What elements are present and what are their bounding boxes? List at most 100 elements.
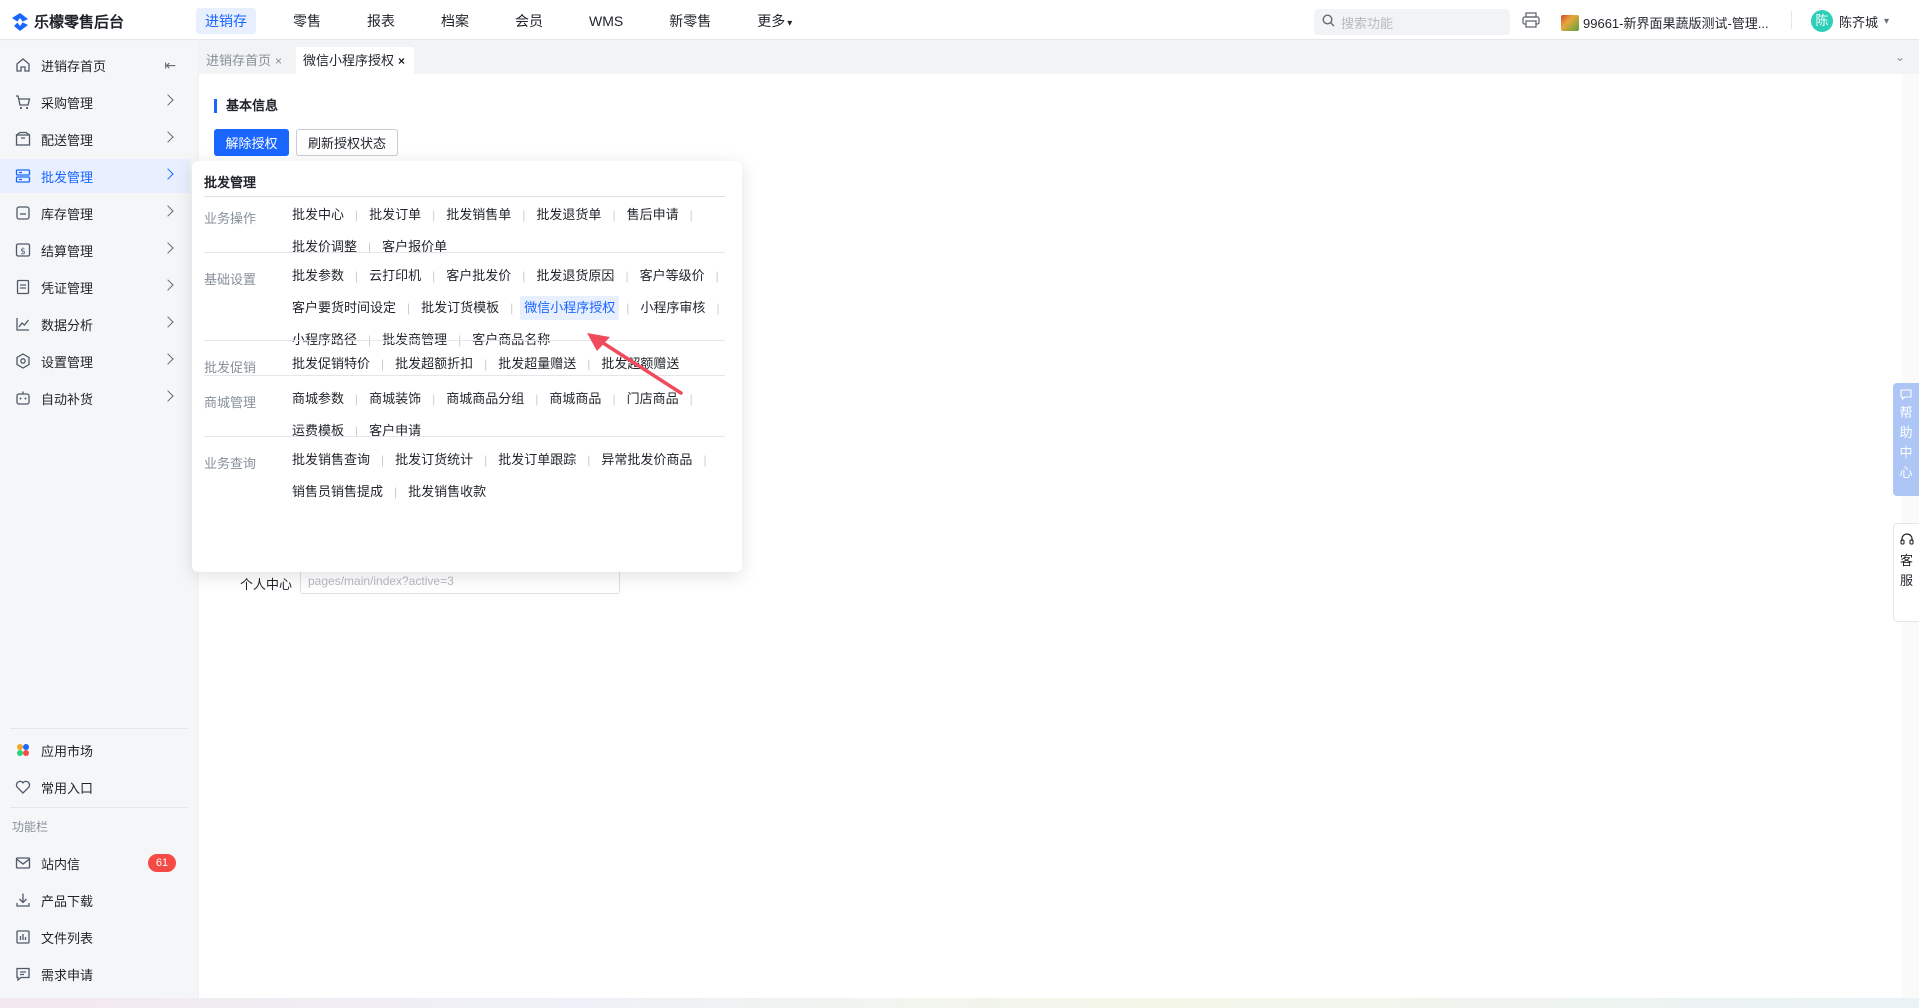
mega-menu-link[interactable]: 客户要货时间设定 [288, 296, 400, 320]
sidebar-item-analytics[interactable]: 数据分析 [0, 307, 190, 341]
chevron-right-icon [162, 316, 174, 328]
mega-menu-link[interactable]: 批发销售查询 [288, 448, 374, 472]
mega-menu-link[interactable]: 批发参数 [288, 264, 348, 288]
sidebar-item-label: 常用入口 [41, 780, 94, 796]
sidebar-item-label: 数据分析 [41, 317, 94, 333]
user-menu[interactable]: 陈 陈齐城 ▾ [1811, 10, 1889, 32]
link-separator: | [355, 269, 359, 283]
unread-badge: 61 [148, 854, 176, 872]
chevron-right-icon [162, 390, 174, 402]
sidebar-item-favorites[interactable]: 常用入口 [0, 770, 190, 804]
mega-menu-link[interactable]: 微信小程序授权 [520, 296, 620, 320]
mega-menu-link[interactable]: 商城商品分组 [442, 387, 528, 411]
mega-menu-link[interactable]: 客户报价单 [378, 235, 451, 259]
mega-menu-link[interactable]: 批发订单 [365, 203, 425, 227]
sidebar-item-request[interactable]: 需求申请 [0, 957, 190, 991]
sidebar-item-file-list[interactable]: 文件列表 [0, 920, 190, 954]
top-nav-xinlingshou[interactable]: 新零售 [660, 8, 720, 34]
sidebar-item-settings[interactable]: 设置管理 [0, 344, 190, 378]
mega-menu-link[interactable]: 批发中心 [288, 203, 348, 227]
mega-menu-link[interactable]: 批发超量赠送 [494, 352, 580, 376]
top-nav-dangan[interactable]: 档案 [432, 8, 478, 34]
link-separator: | [432, 392, 436, 406]
mega-menu-link[interactable]: 商城商品 [545, 387, 605, 411]
divider [204, 340, 725, 341]
app-logo[interactable]: 乐檬零售后台 [12, 11, 124, 32]
top-nav-wms[interactable]: WMS [580, 8, 632, 34]
package-icon [14, 130, 32, 148]
headset-icon [1899, 533, 1914, 549]
customer-service-button[interactable]: 客服 [1893, 523, 1919, 622]
sidebar-item-app-market[interactable]: 应用市场 [0, 733, 190, 767]
mega-menu-link[interactable]: 商城装饰 [365, 387, 425, 411]
mega-menu-link[interactable]: 批发促销特价 [288, 352, 374, 376]
chevron-down-icon[interactable]: ⌄ [1895, 50, 1905, 64]
mega-menu-link[interactable]: 批发订货统计 [391, 448, 477, 472]
search-icon [1322, 14, 1335, 30]
top-nav-more-label: 更多 [757, 13, 786, 29]
wholesale-mega-menu: 批发管理 业务操作 批发中心 | 批发订单 | 批发销售单 | 批发退货单 | 售后申请 | 批发价调… [192, 161, 742, 572]
top-nav-jinxiaocun[interactable]: 进销存 [196, 8, 256, 34]
sidebar-item-label: 站内信 [41, 856, 81, 872]
mega-menu-link[interactable]: 商城参数 [288, 387, 348, 411]
link-separator: | [355, 208, 359, 222]
sidebar-item-voucher[interactable]: 凭证管理 [0, 270, 190, 304]
customer-service-chars: 客服 [1900, 551, 1913, 591]
mega-menu-link[interactable]: 批发销售收款 [404, 480, 490, 504]
mega-menu-link[interactable]: 销售员销售提成 [288, 480, 387, 504]
search-input[interactable]: 搜索功能 [1314, 9, 1510, 35]
chevron-right-icon [162, 168, 174, 180]
sidebar-item-label: 需求申请 [41, 967, 94, 983]
top-nav-lingshou[interactable]: 零售 [284, 8, 330, 34]
print-icon[interactable] [1522, 12, 1540, 28]
store-selector[interactable]: 99661-新界面果蔬版测试-管理... [1561, 13, 1769, 32]
help-center-button[interactable]: 帮助中心 [1893, 383, 1919, 496]
refresh-auth-status-button[interactable]: 刷新授权状态 [296, 129, 398, 156]
sidebar-item-wholesale[interactable]: 批发管理 [0, 159, 190, 193]
mega-menu-link[interactable]: 批发超额赠送 [597, 352, 683, 376]
mega-menu-link[interactable]: 批发订货模板 [417, 296, 503, 320]
mega-menu-link[interactable]: 客户等级价 [636, 264, 709, 288]
mega-link-list: 批发参数 | 云打印机 | 客户批发价 | 批发退货原因 | 客户等级价 | 客户要货时间设定 | 批发… [288, 264, 728, 352]
sidebar-item-purchase[interactable]: 采购管理 [0, 85, 190, 119]
search-placeholder: 搜索功能 [1341, 15, 1394, 31]
mega-menu-link[interactable]: 运费模板 [288, 419, 348, 443]
mega-menu-link[interactable]: 批发销售单 [442, 203, 515, 227]
mega-menu-link[interactable]: 小程序审核 [636, 296, 709, 320]
sidebar-item-auto-replenish[interactable]: 自动补货 [0, 381, 190, 415]
tab-wechat-auth[interactable]: 微信小程序授权 × [296, 47, 415, 74]
mega-menu-link[interactable]: 批发订单跟踪 [494, 448, 580, 472]
collapse-sidebar-icon[interactable]: ⇤ [164, 57, 176, 74]
mega-menu-link[interactable]: 异常批发价商品 [597, 448, 696, 472]
sidebar-item-label: 结算管理 [41, 243, 94, 259]
mega-menu-link[interactable]: 批发退货原因 [532, 264, 618, 288]
mega-menu-link[interactable]: 客户批发价 [442, 264, 515, 288]
chevron-right-icon [162, 205, 174, 217]
mega-menu-link[interactable]: 售后申请 [623, 203, 683, 227]
top-nav-huiyuan[interactable]: 会员 [506, 8, 552, 34]
mega-menu-link[interactable]: 客户申请 [365, 419, 425, 443]
logo-icon [12, 12, 28, 31]
mega-menu-link[interactable]: 云打印机 [365, 264, 425, 288]
sidebar-item-label: 应用市场 [41, 743, 94, 759]
close-icon[interactable]: × [275, 54, 282, 68]
inventory-icon [14, 204, 32, 222]
sidebar-item-inventory[interactable]: 库存管理 [0, 196, 190, 230]
mega-menu-link[interactable]: 批发超额折扣 [391, 352, 477, 376]
close-icon[interactable]: × [398, 54, 405, 68]
chevron-down-icon: ▾ [1884, 15, 1890, 27]
sidebar-item-settlement[interactable]: $ 结算管理 [0, 233, 190, 267]
sidebar-item-distribution[interactable]: 配送管理 [0, 122, 190, 156]
sidebar-item-download[interactable]: 产品下载 [0, 883, 190, 917]
unbind-auth-button[interactable]: 解除授权 [214, 129, 289, 156]
tab-home[interactable]: 进销存首页 × [199, 47, 291, 74]
sidebar-item-inbox[interactable]: 站内信 61 [0, 846, 190, 880]
help-center-char: 中 [1899, 445, 1913, 460]
mega-menu-link[interactable]: 批发价调整 [288, 235, 361, 259]
top-nav-more[interactable]: 更多 ▾ [748, 8, 801, 34]
mega-menu-link[interactable]: 批发退货单 [532, 203, 605, 227]
mega-menu-link[interactable]: 门店商品 [623, 387, 683, 411]
top-nav-baobiao[interactable]: 报表 [358, 8, 404, 34]
avatar: 陈 [1811, 10, 1833, 32]
sidebar-item-home[interactable]: 进销存首页 ⇤ [0, 48, 190, 82]
